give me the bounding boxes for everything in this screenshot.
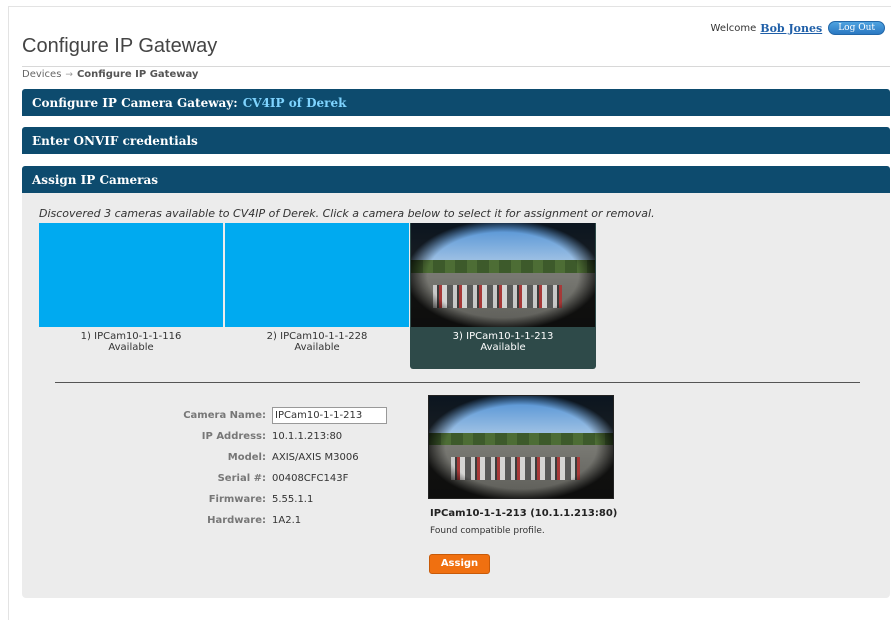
assign-panel-header[interactable]: Assign IP Cameras bbox=[22, 166, 890, 193]
gateway-panel-label: Configure IP Camera Gateway: bbox=[32, 95, 238, 110]
serial-label: Serial #: bbox=[217, 473, 266, 484]
camera-snapshot-image bbox=[411, 223, 595, 327]
onvif-panel-label: Enter ONVIF credentials bbox=[32, 133, 198, 148]
preview-message: Found compatible profile. bbox=[430, 526, 545, 536]
welcome-text: Welcome bbox=[710, 22, 757, 34]
discovered-message: Discovered 3 cameras available to CV4IP … bbox=[39, 207, 655, 220]
gateway-name: CV4IP of Derek bbox=[242, 95, 347, 110]
firmware-label: Firmware: bbox=[208, 494, 266, 505]
camera-name: 1) IPCam10-1-1-116 bbox=[80, 331, 182, 342]
ip-address-value: 10.1.1.213:80 bbox=[272, 431, 343, 442]
camera-name-label: Camera Name: bbox=[183, 410, 266, 421]
camera-status: Available bbox=[108, 342, 154, 353]
preview-title: IPCam10-1-1-213 (10.1.1.213:80) bbox=[430, 508, 618, 519]
assign-panel-label: Assign IP Cameras bbox=[32, 172, 158, 187]
onvif-panel-header[interactable]: Enter ONVIF credentials bbox=[22, 127, 890, 154]
gateway-panel-header[interactable]: Configure IP Camera Gateway: CV4IP of De… bbox=[22, 89, 890, 116]
breadcrumb: Devices → Configure IP Gateway bbox=[22, 69, 198, 80]
camera-name: 2) IPCam10-1-1-228 bbox=[266, 331, 368, 342]
user-name-link[interactable]: Bob Jones bbox=[760, 22, 822, 35]
camera-thumbnail-placeholder bbox=[225, 223, 409, 327]
camera-tile-2[interactable]: 2) IPCam10-1-1-228 Available bbox=[224, 223, 410, 369]
camera-status: Available bbox=[480, 342, 526, 353]
camera-name-input[interactable] bbox=[272, 407, 387, 424]
camera-tile-1[interactable]: 1) IPCam10-1-1-116 Available bbox=[38, 223, 224, 369]
hardware-row: Hardware: 1A2.1 bbox=[172, 510, 387, 531]
model-row: Model: AXIS/AXIS M3006 bbox=[172, 447, 387, 468]
breadcrumb-devices[interactable]: Devices bbox=[22, 69, 61, 80]
camera-name-row: Camera Name: bbox=[172, 405, 387, 426]
serial-value: 00408CFC143F bbox=[272, 473, 349, 484]
camera-status: Available bbox=[294, 342, 340, 353]
logout-button[interactable]: Log Out bbox=[828, 21, 885, 35]
firmware-row: Firmware: 5.55.1.1 bbox=[172, 489, 387, 510]
section-divider bbox=[55, 382, 860, 383]
assign-button[interactable]: Assign bbox=[429, 554, 490, 574]
breadcrumb-arrow-icon: → bbox=[65, 69, 73, 80]
camera-list: 1) IPCam10-1-1-116 Available 2) IPCam10-… bbox=[38, 223, 596, 369]
serial-row: Serial #: 00408CFC143F bbox=[172, 468, 387, 489]
hardware-value: 1A2.1 bbox=[272, 515, 302, 526]
welcome-area: Welcome Bob Jones Log Out bbox=[711, 21, 885, 35]
ip-address-row: IP Address: 10.1.1.213:80 bbox=[172, 426, 387, 447]
assign-cameras-panel: Discovered 3 cameras available to CV4IP … bbox=[22, 193, 890, 598]
hardware-label: Hardware: bbox=[207, 515, 266, 526]
camera-tile-3[interactable]: 3) IPCam10-1-1-213 Available bbox=[410, 223, 596, 369]
page: Welcome Bob Jones Log Out Configure IP G… bbox=[8, 6, 891, 620]
model-label: Model: bbox=[227, 452, 266, 463]
title-divider bbox=[22, 66, 890, 67]
breadcrumb-current: Configure IP Gateway bbox=[76, 69, 199, 80]
page-title: Configure IP Gateway bbox=[22, 35, 218, 57]
camera-details: Camera Name: IP Address: 10.1.1.213:80 M… bbox=[172, 405, 387, 531]
camera-preview-image bbox=[428, 395, 614, 499]
ip-address-label: IP Address: bbox=[201, 431, 266, 442]
camera-name: 3) IPCam10-1-1-213 bbox=[452, 331, 554, 342]
model-value: AXIS/AXIS M3006 bbox=[272, 452, 359, 463]
firmware-value: 5.55.1.1 bbox=[272, 494, 314, 505]
camera-thumbnail-placeholder bbox=[39, 223, 223, 327]
